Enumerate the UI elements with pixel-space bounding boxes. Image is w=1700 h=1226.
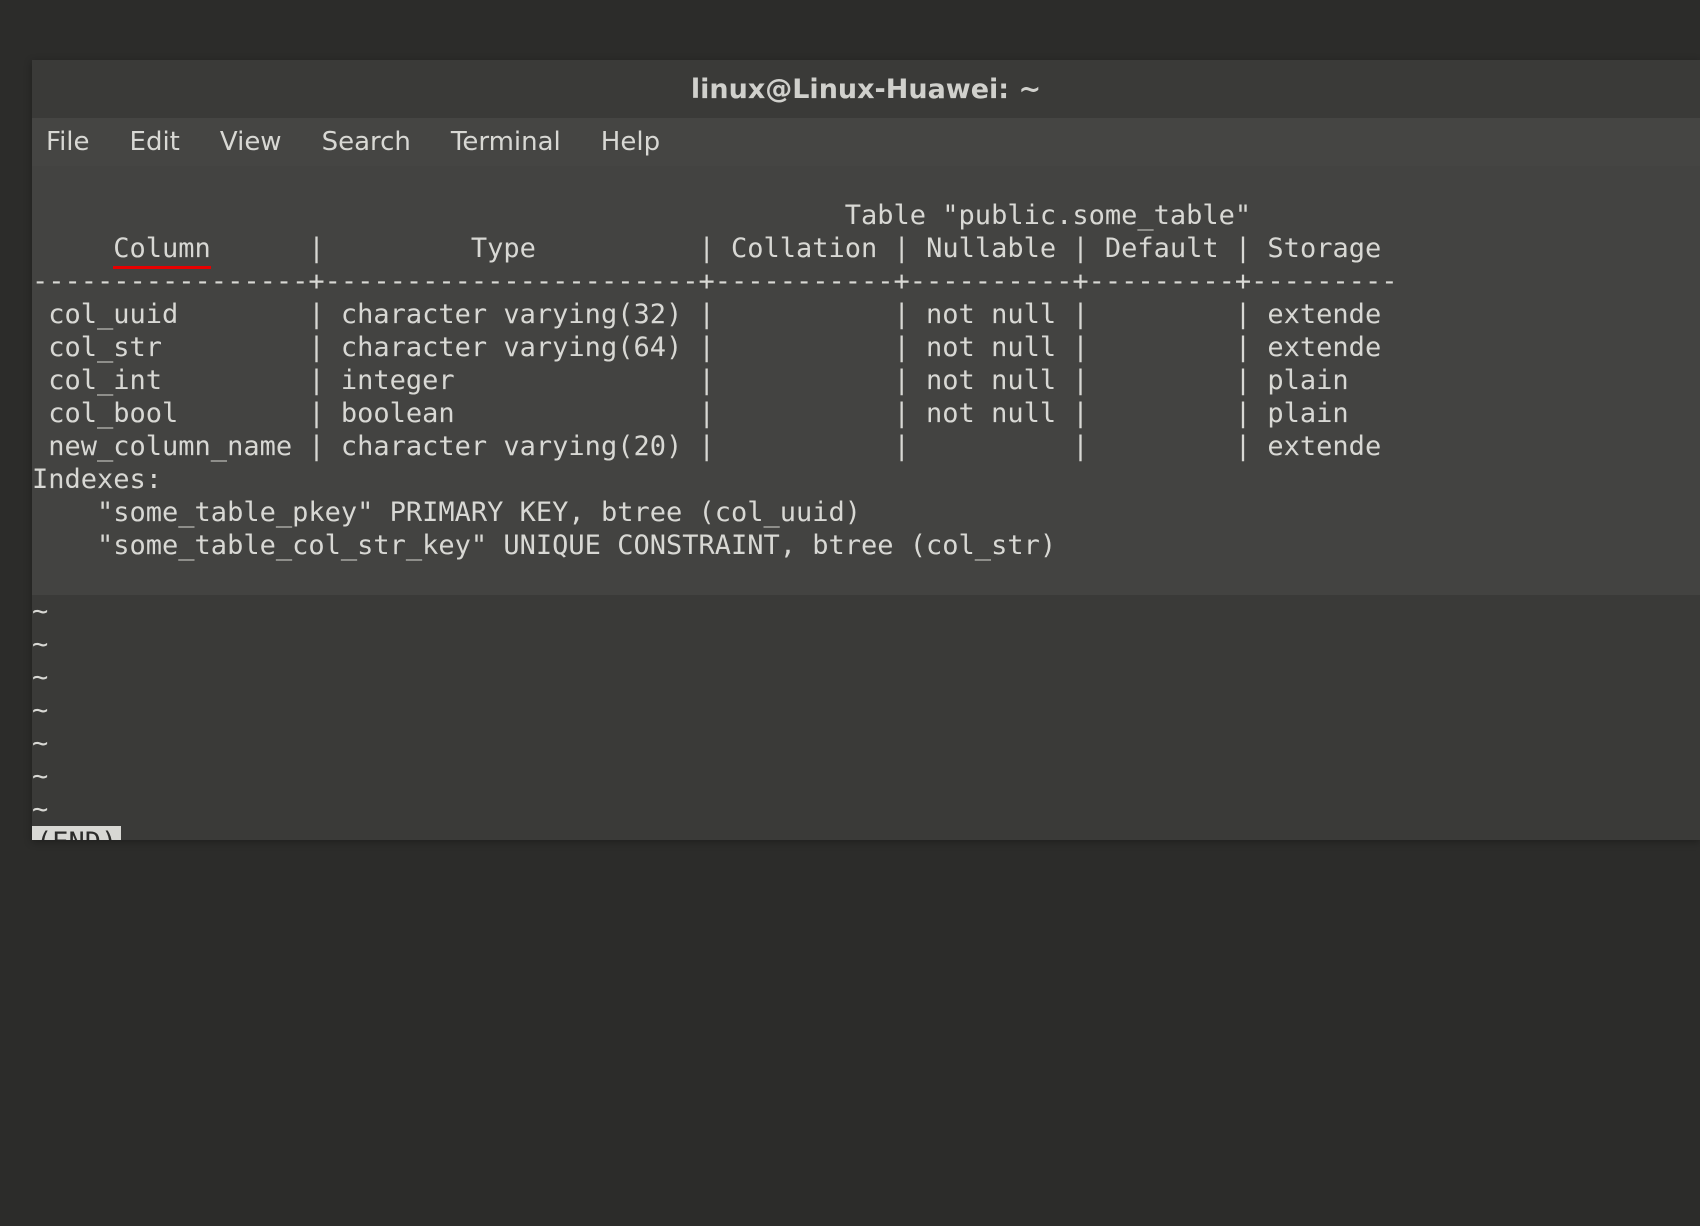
table-row: col_uuid | character varying(32) | | not…: [32, 299, 1381, 330]
menu-search[interactable]: Search: [316, 123, 417, 161]
menu-view[interactable]: View: [214, 123, 288, 161]
tilde-line: ~: [32, 596, 48, 627]
blank-line: [32, 563, 48, 594]
table-output-block: Table "public.some_table" Column | Type …: [32, 166, 1700, 595]
table-row: col_int | integer | | not null | | plain: [32, 365, 1349, 396]
terminal-body[interactable]: Table "public.some_table" Column | Type …: [32, 166, 1700, 840]
tilde-line: ~: [32, 695, 48, 726]
tilde-line: ~: [32, 629, 48, 660]
tilde-line: ~: [32, 794, 48, 825]
table-row: new_column_name | character varying(20) …: [32, 431, 1381, 462]
menu-edit[interactable]: Edit: [124, 123, 186, 161]
terminal-window: linux@Linux-Huawei: ~ File Edit View Sea…: [32, 60, 1700, 840]
window-title: linux@Linux-Huawei: ~: [691, 74, 1041, 105]
index-entry: "some_table_pkey" PRIMARY KEY, btree (co…: [32, 497, 861, 528]
indexes-label: Indexes:: [32, 464, 162, 495]
end-marker: (END): [32, 826, 121, 840]
menubar: File Edit View Search Terminal Help: [32, 118, 1700, 166]
index-entry: "some_table_col_str_key" UNIQUE CONSTRAI…: [32, 530, 1056, 561]
pager-filler: ~ ~ ~ ~ ~ ~ ~ (END): [32, 595, 1700, 840]
table-row: col_str | character varying(64) | | not …: [32, 332, 1381, 363]
divider-row: -----------------+----------------------…: [32, 266, 1397, 297]
tilde-line: ~: [32, 761, 48, 792]
column-header-underlined: Column: [113, 233, 211, 269]
menu-help[interactable]: Help: [595, 123, 666, 161]
menu-terminal[interactable]: Terminal: [445, 123, 567, 161]
tilde-line: ~: [32, 728, 48, 759]
titlebar: linux@Linux-Huawei: ~: [32, 60, 1700, 118]
tilde-line: ~: [32, 662, 48, 693]
header-row: Column | Type | Collation | Nullable | D…: [32, 233, 1381, 269]
table-title: Table "public.some_table": [32, 200, 1251, 231]
menu-file[interactable]: File: [40, 123, 96, 161]
table-row: col_bool | boolean | | not null | | plai…: [32, 398, 1349, 429]
